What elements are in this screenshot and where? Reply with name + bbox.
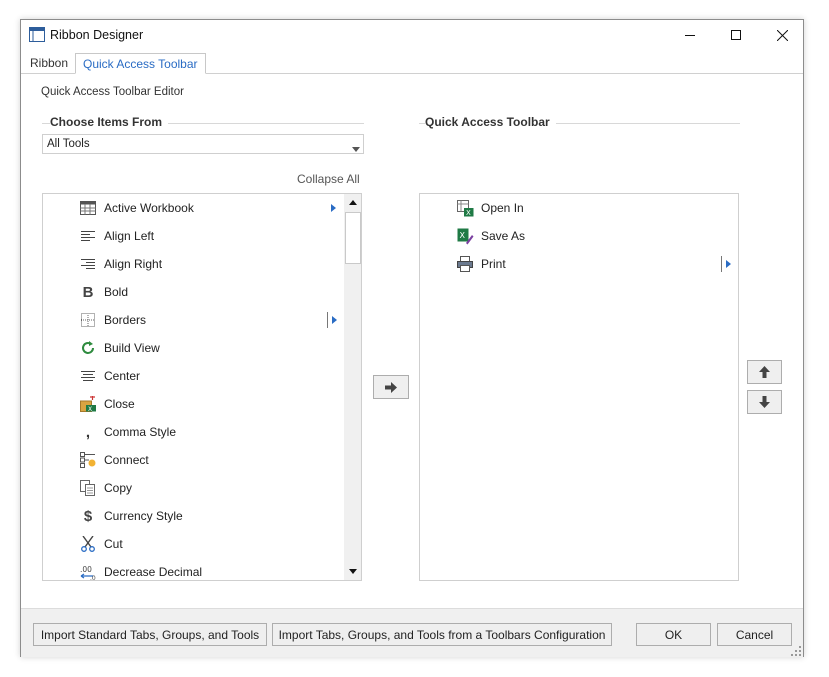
refresh-icon [79,339,97,357]
svg-text:X: X [459,231,465,240]
toolbar-group-title: Quick Access Toolbar [425,115,556,129]
bold-icon: B [82,283,94,301]
list-item-label: Cut [104,537,123,551]
tab-ribbon[interactable]: Ribbon [23,53,75,73]
list-item-center[interactable]: Center [43,362,343,390]
list-item-currency-style[interactable]: $ Currency Style [43,502,343,530]
submenu-arrow-icon[interactable] [721,256,734,272]
import-config-button[interactable]: Import Tabs, Groups, and Tools from a To… [272,623,612,646]
toolbar-item-label: Print [481,257,506,271]
choose-items-title: Choose Items From [50,115,169,129]
ok-button[interactable]: OK [636,623,711,646]
scroll-down-icon [348,569,357,574]
list-item-close[interactable]: X Close [43,390,343,418]
maximize-button[interactable] [713,20,759,50]
open-in-excel-icon: X [456,199,474,217]
close-workbook-icon: X [79,395,97,413]
align-left-icon [79,227,97,245]
list-item-label: Align Right [104,257,163,271]
arrow-up-icon [759,366,770,378]
printer-icon [456,255,474,273]
arrow-down-icon [759,396,770,408]
arrow-right-icon [385,381,397,393]
toolbar-item-label: Open In [481,201,524,215]
editor-heading: Quick Access Toolbar Editor [41,86,184,98]
choose-items-dropdown[interactable]: All Tools [42,134,364,154]
minimize-button[interactable] [667,20,713,50]
toolbar-items-list[interactable]: X Open In X Save As Print [419,193,739,581]
submenu-arrow-icon[interactable] [327,312,340,328]
move-down-button[interactable] [747,390,782,414]
svg-text:.0: .0 [90,575,96,580]
workbook-icon [79,199,97,217]
dollar-icon: $ [83,507,93,525]
minimize-icon [685,35,695,36]
submenu-arrow-icon[interactable] [327,200,339,216]
add-to-toolbar-button[interactable] [373,375,409,399]
svg-text:X: X [466,209,471,217]
save-as-icon: X [456,227,474,245]
dialog-footer: Import Standard Tabs, Groups, and Tools … [21,608,803,657]
list-item-label: Decrease Decimal [104,565,203,579]
list-item-align-left[interactable]: Align Left [43,222,343,250]
copy-icon [79,479,97,497]
list-item-label: Copy [104,481,133,495]
list-item-label: Connect [104,453,149,467]
import-standard-button[interactable]: Import Standard Tabs, Groups, and Tools [33,623,267,646]
cancel-button[interactable]: Cancel [717,623,792,646]
close-button[interactable] [759,20,805,50]
list-item-label: Currency Style [104,509,183,523]
align-center-icon [79,367,97,385]
scissors-icon [79,535,97,553]
scroll-up-button[interactable] [344,194,361,211]
close-icon [776,29,788,41]
tab-quick-access-toolbar[interactable]: Quick Access Toolbar [75,53,206,74]
vertical-scrollbar[interactable] [344,194,361,580]
toolbar-item-print[interactable]: Print [420,250,731,278]
svg-text:X: X [88,406,92,412]
resize-grip-icon[interactable] [791,645,801,659]
list-item-comma-style[interactable]: , Comma Style [43,418,343,446]
list-item-align-right[interactable]: Align Right [43,250,343,278]
svg-text:.00: .00 [80,565,92,574]
list-item-label: Bold [104,285,129,299]
list-item-label: Close [104,397,135,411]
move-up-button[interactable] [747,360,782,384]
scroll-thumb[interactable] [345,212,361,264]
list-item-label: Active Workbook [104,201,194,215]
align-right-icon [79,255,97,273]
list-item-bold[interactable]: B Bold [43,278,343,306]
connect-icon [79,451,97,469]
list-item-copy[interactable]: Copy [43,474,343,502]
borders-icon [79,311,97,329]
list-item-cut[interactable]: Cut [43,530,343,558]
toolbar-item-label: Save As [481,229,526,243]
chevron-down-icon [352,141,360,155]
maximize-icon [731,30,741,40]
scroll-down-button[interactable] [344,563,361,580]
available-items-list[interactable]: Active Workbook Align Left Align Right B… [42,193,362,581]
collapse-all-link[interactable]: Collapse All [297,172,360,186]
window-title: Ribbon Designer [50,28,144,42]
decrease-decimal-icon: .00.0 [79,563,97,580]
list-item-decrease-decimal[interactable]: .00.0 Decrease Decimal [43,558,343,580]
dropdown-value: All Tools [47,138,90,150]
list-item-label: Center [104,369,141,383]
scroll-up-icon [348,200,357,205]
toolbar-item-open-in[interactable]: X Open In [420,194,720,222]
window-app-icon [29,27,45,45]
list-item-label: Borders [104,313,147,327]
title-bar[interactable]: Ribbon Designer [21,20,803,50]
list-item-label: Align Left [104,229,155,243]
list-item-label: Build View [104,341,160,355]
list-item-label: Comma Style [104,425,177,439]
list-item-active-workbook[interactable]: Active Workbook [43,194,343,222]
ribbon-designer-dialog: Ribbon Designer Ribbon Quick Access Tool… [20,19,804,657]
list-item-connect[interactable]: Connect [43,446,343,474]
toolbar-item-save-as[interactable]: X Save As [420,222,720,250]
list-item-borders[interactable]: Borders [43,306,343,334]
list-item-build-view[interactable]: Build View [43,334,343,362]
tab-strip: Ribbon Quick Access Toolbar [21,51,803,74]
comma-icon: , [85,423,91,441]
